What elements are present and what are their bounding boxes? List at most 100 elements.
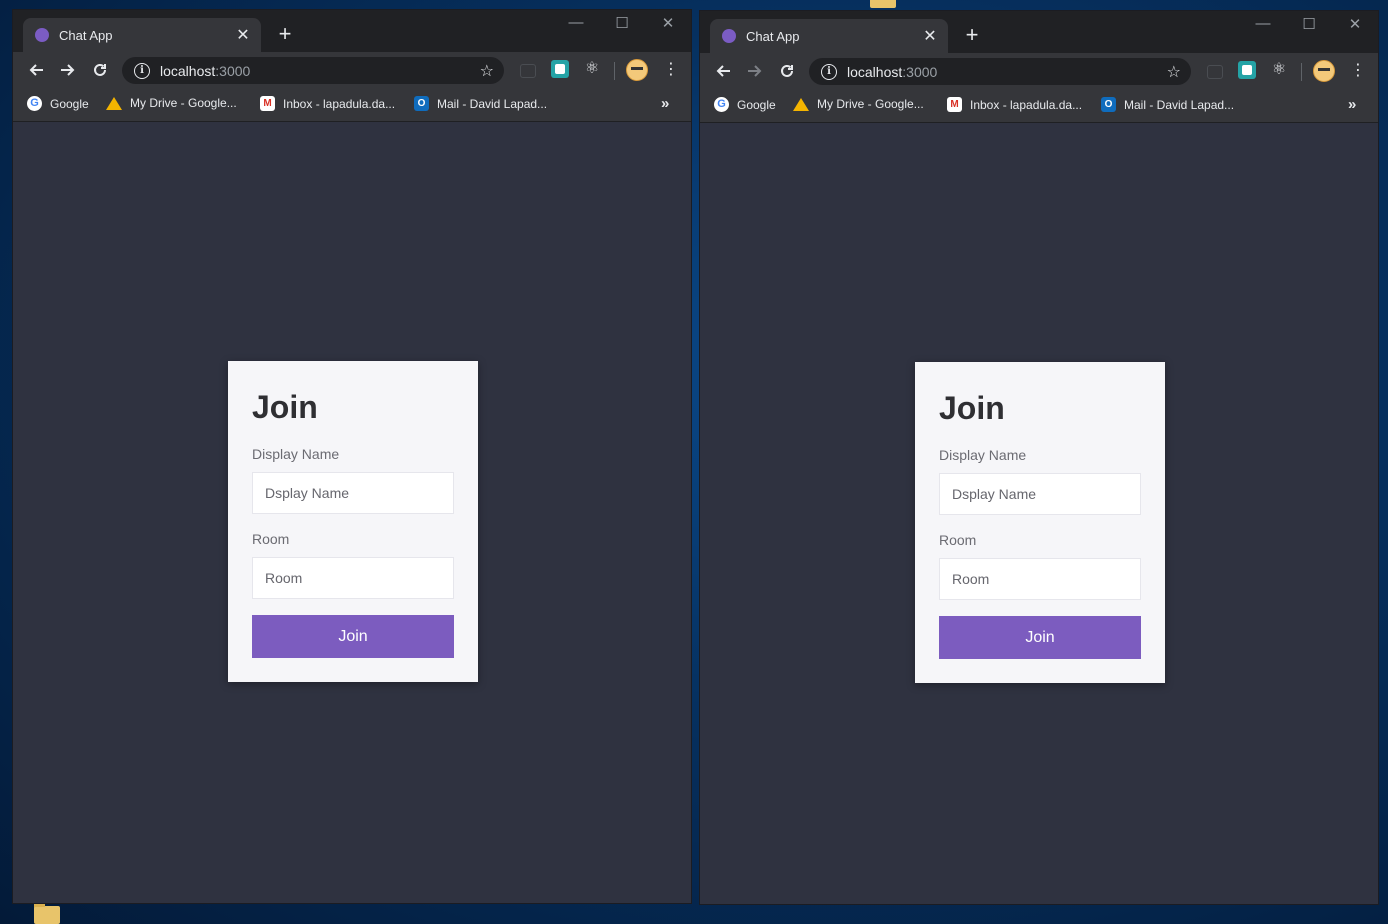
address-bar[interactable]: i localhost:3000 ☆ bbox=[122, 57, 504, 84]
page-content: Join Display Name Room Join bbox=[13, 122, 691, 903]
new-tab-button[interactable]: + bbox=[962, 24, 982, 46]
url-port: :3000 bbox=[215, 62, 251, 79]
react-devtools-icon[interactable]: ⚛ bbox=[583, 60, 601, 78]
bookmark-google[interactable]: G Google bbox=[714, 97, 776, 112]
forward-arrow-icon bbox=[748, 65, 762, 77]
bookmark-my-drive[interactable]: My Drive - Google... bbox=[106, 96, 237, 110]
browser-toolbar: i localhost:3000 ☆ ⚛ ⋮ bbox=[700, 53, 1378, 89]
maximize-button[interactable]: ☐ bbox=[1299, 15, 1319, 33]
bookmark-mail[interactable]: O Mail - David Lapad... bbox=[1101, 97, 1234, 112]
bookmark-star-icon[interactable]: ☆ bbox=[480, 61, 494, 81]
google-icon: G bbox=[27, 96, 42, 111]
minimize-button[interactable]: — bbox=[566, 14, 586, 31]
profile-avatar[interactable] bbox=[1313, 60, 1335, 82]
title-bar: Chat App ✕ + — ☐ ✕ bbox=[13, 10, 691, 52]
display-name-label: Display Name bbox=[939, 447, 1027, 463]
toolbar-divider bbox=[1301, 63, 1302, 81]
back-button[interactable] bbox=[24, 58, 48, 82]
back-arrow-icon bbox=[29, 64, 43, 76]
bookmark-label: Inbox - lapadula.da... bbox=[970, 97, 1083, 112]
address-bar[interactable]: i localhost:3000 ☆ bbox=[809, 58, 1191, 85]
reload-button[interactable] bbox=[775, 59, 799, 83]
cast-icon[interactable] bbox=[1207, 65, 1223, 79]
minimize-button[interactable]: — bbox=[1253, 15, 1273, 32]
favicon-icon bbox=[722, 29, 736, 43]
bookmarks-bar: G Google My Drive - Google... M Inbox - la… bbox=[700, 89, 1378, 123]
react-devtools-icon[interactable]: ⚛ bbox=[1270, 61, 1288, 79]
bookmark-label: My Drive - Google... bbox=[817, 97, 924, 111]
title-bar: Chat App ✕ + — ☐ ✕ bbox=[700, 11, 1378, 53]
bookmark-label: Google bbox=[737, 97, 776, 112]
forward-arrow-icon bbox=[61, 64, 75, 76]
toolbar-divider bbox=[614, 62, 615, 80]
forward-button[interactable] bbox=[56, 58, 80, 82]
url-host: localhost bbox=[160, 62, 216, 79]
desktop-folder-icon[interactable] bbox=[870, 0, 896, 8]
tab-close-button[interactable]: ✕ bbox=[235, 25, 251, 45]
reload-icon bbox=[781, 64, 793, 77]
browser-window-right: Chat App ✕ + — ☐ ✕ i localhost:3000 ☆ ⚛ … bbox=[700, 11, 1378, 904]
maximize-button[interactable]: ☐ bbox=[612, 14, 632, 32]
reload-button[interactable] bbox=[88, 58, 112, 82]
bookmark-label: Inbox - lapadula.da... bbox=[283, 96, 396, 111]
room-label: Room bbox=[939, 532, 977, 548]
bookmark-inbox[interactable]: M Inbox - lapadula.da... bbox=[947, 97, 1082, 112]
bookmark-label: Mail - David Lapad... bbox=[437, 96, 548, 111]
new-tab-button[interactable]: + bbox=[275, 23, 295, 45]
room-label: Room bbox=[252, 531, 290, 547]
favicon-icon bbox=[35, 28, 49, 42]
join-card: Join Display Name Room Join bbox=[228, 361, 478, 682]
site-info-icon[interactable]: i bbox=[821, 63, 837, 80]
site-info-icon[interactable]: i bbox=[134, 62, 150, 79]
join-title: Join bbox=[939, 390, 1005, 426]
url-host: localhost bbox=[847, 63, 903, 80]
bookmark-mail[interactable]: O Mail - David Lapad... bbox=[414, 96, 547, 111]
url-text: localhost:3000 bbox=[847, 64, 1167, 80]
close-window-button[interactable]: ✕ bbox=[1345, 15, 1365, 33]
back-arrow-icon bbox=[716, 65, 730, 77]
bookmark-label: Google bbox=[50, 96, 89, 111]
browser-window-left: Chat App ✕ + — ☐ ✕ i localhost:3000 ☆ ⚛ … bbox=[13, 10, 691, 903]
bookmark-star-icon[interactable]: ☆ bbox=[1167, 62, 1181, 82]
browser-tab[interactable]: Chat App ✕ bbox=[710, 19, 948, 53]
join-card: Join Display Name Room Join bbox=[915, 362, 1165, 683]
tab-title: Chat App bbox=[59, 27, 113, 43]
google-drive-icon bbox=[106, 96, 122, 110]
outlook-icon: O bbox=[1101, 97, 1116, 112]
bookmark-google[interactable]: G Google bbox=[27, 96, 89, 111]
reload-icon bbox=[94, 63, 106, 76]
close-window-button[interactable]: ✕ bbox=[658, 14, 678, 32]
chrome-menu-button[interactable]: ⋮ bbox=[1350, 59, 1366, 83]
display-name-input[interactable] bbox=[252, 472, 454, 514]
join-title: Join bbox=[252, 389, 318, 425]
bookmark-label: Mail - David Lapad... bbox=[1124, 97, 1235, 112]
profile-avatar[interactable] bbox=[626, 59, 648, 81]
bookmark-label: My Drive - Google... bbox=[130, 96, 237, 110]
cast-icon[interactable] bbox=[520, 64, 536, 78]
gmail-icon: M bbox=[260, 96, 275, 111]
url-port: :3000 bbox=[902, 63, 938, 80]
back-button[interactable] bbox=[711, 59, 735, 83]
more-bookmarks-button[interactable]: » bbox=[661, 95, 669, 112]
more-bookmarks-button[interactable]: » bbox=[1348, 96, 1356, 113]
room-input[interactable] bbox=[252, 557, 454, 599]
page-content: Join Display Name Room Join bbox=[700, 123, 1378, 904]
bookmark-my-drive[interactable]: My Drive - Google... bbox=[793, 97, 924, 111]
extension-icon[interactable] bbox=[1238, 61, 1256, 79]
display-name-label: Display Name bbox=[252, 446, 340, 462]
tab-title: Chat App bbox=[746, 28, 800, 44]
bookmark-inbox[interactable]: M Inbox - lapadula.da... bbox=[260, 96, 395, 111]
google-drive-icon bbox=[793, 97, 809, 111]
desktop-folder-icon[interactable] bbox=[34, 902, 60, 924]
display-name-input[interactable] bbox=[939, 473, 1141, 515]
google-icon: G bbox=[714, 97, 729, 112]
url-text: localhost:3000 bbox=[160, 63, 480, 79]
chrome-menu-button[interactable]: ⋮ bbox=[663, 58, 679, 82]
room-input[interactable] bbox=[939, 558, 1141, 600]
extension-icon[interactable] bbox=[551, 60, 569, 78]
tab-close-button[interactable]: ✕ bbox=[922, 26, 938, 46]
join-button[interactable]: Join bbox=[252, 615, 454, 658]
forward-button[interactable] bbox=[743, 59, 767, 83]
browser-tab[interactable]: Chat App ✕ bbox=[23, 18, 261, 52]
join-button[interactable]: Join bbox=[939, 616, 1141, 659]
